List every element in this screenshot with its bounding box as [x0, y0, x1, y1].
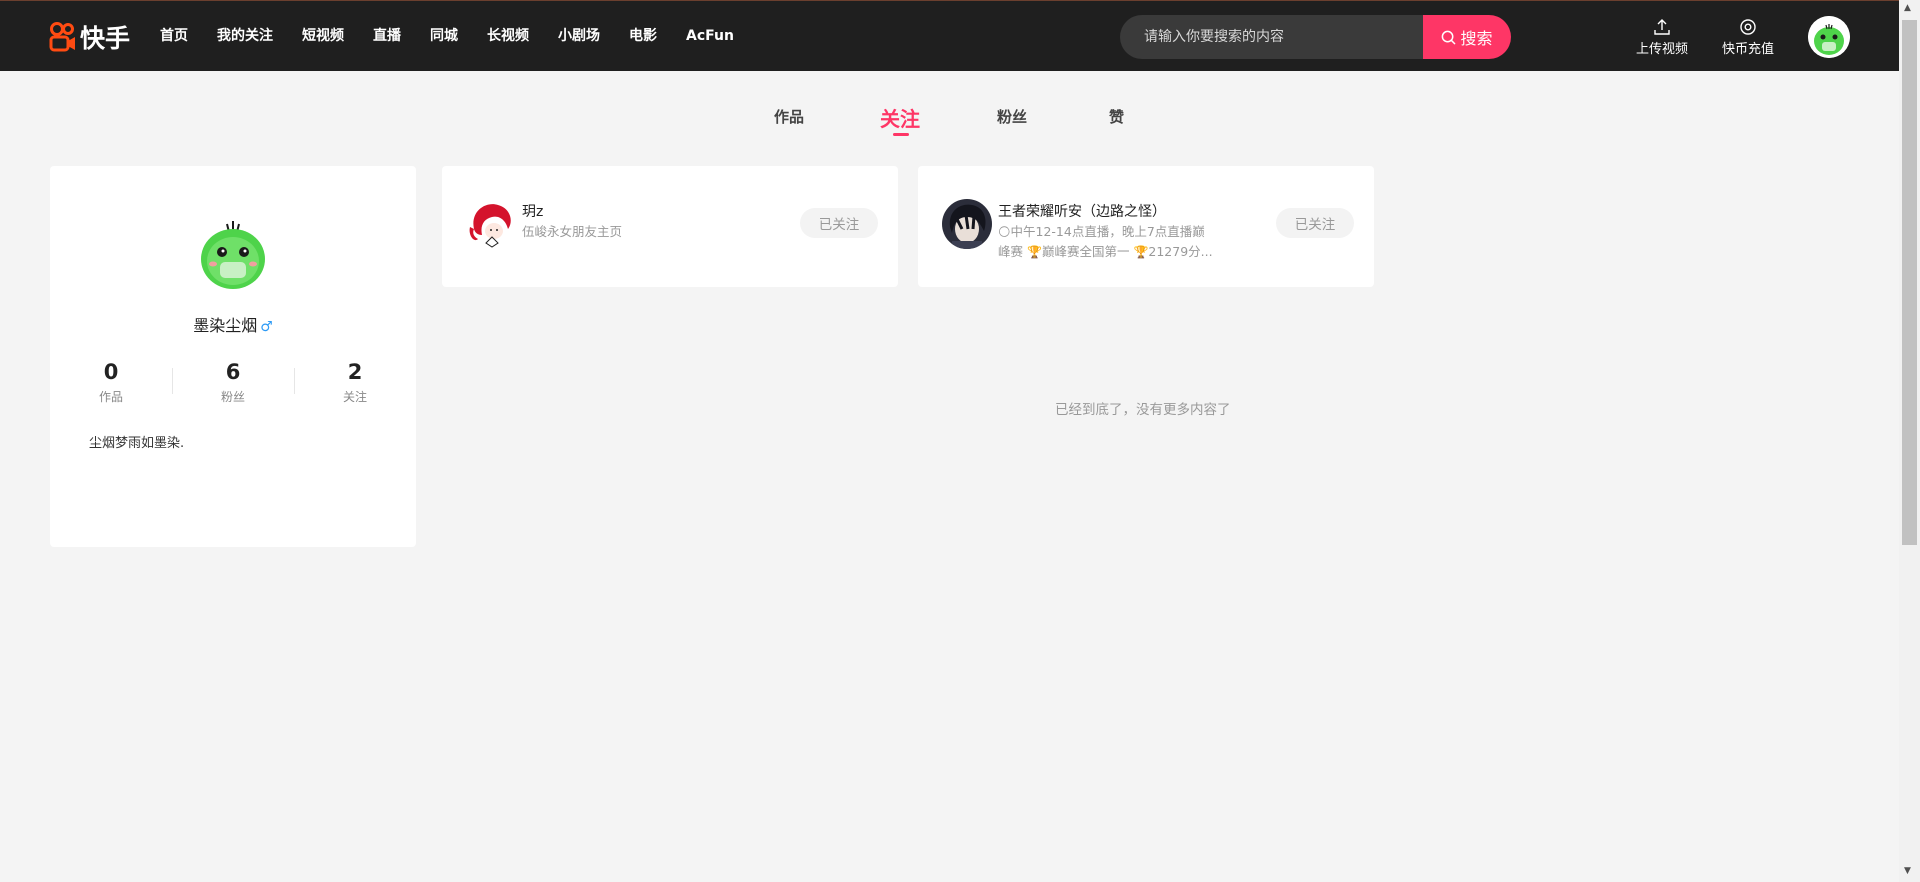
red-hair-girl-avatar-icon — [466, 199, 516, 249]
search-input[interactable] — [1120, 15, 1423, 59]
stat-label: 作品 — [98, 390, 123, 404]
profile-name-row: 墨染尘烟 ♂ — [50, 312, 416, 336]
search-button[interactable]: 搜索 — [1423, 15, 1511, 59]
logo-text: 快手 — [80, 24, 131, 53]
profile-tabs: 作品 关注 粉丝 赞 — [0, 106, 1899, 146]
desc-part: 21279分... — [1148, 244, 1213, 259]
coin-icon — [1740, 19, 1756, 35]
nav-live[interactable]: 直播 — [373, 26, 401, 46]
search-icon — [1442, 30, 1456, 44]
following-avatar[interactable] — [942, 199, 992, 249]
scroll-up-arrow-icon[interactable]: ▲ — [1904, 3, 1911, 13]
nav-nearby[interactable]: 同城 — [430, 26, 458, 46]
page-scrollbar[interactable]: ▲ ▼ — [1899, 0, 1920, 882]
dark-hair-boy-avatar-icon — [942, 199, 992, 249]
profile-name: 墨染尘烟 — [193, 316, 258, 335]
following-card[interactable]: 王者荣耀听安（边路之怪） 🌕中午12-14点直播，晚上7点直播巅峰赛 🏆巅峰赛全… — [918, 166, 1374, 287]
active-tab-indicator — [893, 133, 909, 136]
desc-part: 巅峰赛全国第一 — [1041, 244, 1130, 259]
green-bird-avatar-icon — [201, 221, 265, 289]
profile-avatar[interactable] — [198, 214, 268, 296]
nav-home[interactable]: 首页 — [160, 26, 188, 46]
user-avatar[interactable] — [1808, 16, 1850, 58]
kuaishou-logo[interactable]: 快手 — [49, 19, 130, 55]
tab-fans[interactable]: 粉丝 — [997, 106, 1027, 127]
stat-value: 2 — [347, 360, 363, 384]
search-bar: 搜索 — [1120, 15, 1511, 59]
upload-video-button[interactable]: 上传视频 — [1636, 16, 1688, 57]
stat-label: 关注 — [342, 390, 367, 404]
nav-movie[interactable]: 电影 — [629, 26, 657, 46]
nav-mini-theater[interactable]: 小剧场 — [558, 26, 600, 46]
stat-following[interactable]: 2 关注 — [294, 358, 416, 405]
top-header: 快手 首页 我的关注 短视频 直播 同城 长视频 小剧场 电影 AcFun 搜索… — [0, 0, 1899, 71]
following-name[interactable]: 玥z — [522, 201, 543, 221]
profile-stats: 0 作品 6 粉丝 2 关注 — [50, 358, 416, 405]
following-card[interactable]: 玥z 伍峻永女朋友主页 已关注 — [442, 166, 898, 287]
trophy-icon: 🏆 — [1133, 245, 1149, 259]
following-desc: 🌕中午12-14点直播，晚上7点直播巅峰赛 🏆巅峰赛全国第一 🏆21279分..… — [998, 222, 1216, 262]
kuaishou-logo-icon — [49, 22, 75, 52]
stat-fans[interactable]: 6 粉丝 — [172, 358, 294, 405]
stat-value: 6 — [225, 360, 241, 384]
main-nav: 首页 我的关注 短视频 直播 同城 长视频 小剧场 电影 AcFun — [160, 26, 763, 46]
profile-bio: 尘烟梦雨如墨染. — [89, 436, 185, 451]
stat-works[interactable]: 0 作品 — [50, 358, 172, 405]
profile-card: 墨染尘烟 ♂ 0 作品 6 粉丝 2 关注 尘烟梦雨如墨染. — [50, 166, 416, 547]
upload-icon — [1654, 19, 1670, 35]
stat-label: 粉丝 — [220, 390, 245, 404]
recharge-label: 快币充值 — [1722, 42, 1775, 57]
following-desc: 伍峻永女朋友主页 — [522, 224, 623, 239]
end-of-list-message: 已经到底了，没有更多内容了 — [1055, 402, 1231, 418]
tab-works[interactable]: 作品 — [774, 106, 804, 127]
nav-acfun[interactable]: AcFun — [686, 26, 734, 46]
trophy-icon: 🏆 — [1027, 245, 1042, 259]
recharge-button[interactable]: 快币充值 — [1722, 16, 1774, 57]
upload-label: 上传视频 — [1636, 42, 1689, 57]
tab-likes[interactable]: 赞 — [1109, 106, 1124, 127]
nav-my-follows[interactable]: 我的关注 — [217, 26, 273, 46]
search-button-label: 搜索 — [1460, 29, 1493, 48]
nav-short-video[interactable]: 短视频 — [302, 26, 344, 46]
following-avatar[interactable] — [466, 199, 516, 249]
male-gender-icon: ♂ — [260, 319, 273, 335]
sun-emoji-icon: 🌕 — [998, 225, 1011, 239]
followed-button[interactable]: 已关注 — [1276, 208, 1354, 238]
tab-following[interactable]: 关注 — [880, 103, 920, 132]
followed-button[interactable]: 已关注 — [800, 208, 878, 238]
stat-value: 0 — [103, 360, 119, 384]
scroll-down-arrow-icon[interactable]: ▼ — [1904, 866, 1911, 876]
green-bird-avatar-icon — [1808, 16, 1850, 58]
scroll-thumb[interactable] — [1902, 20, 1917, 545]
following-name[interactable]: 王者荣耀听安（边路之怪） — [998, 201, 1166, 221]
nav-long-video[interactable]: 长视频 — [487, 26, 529, 46]
